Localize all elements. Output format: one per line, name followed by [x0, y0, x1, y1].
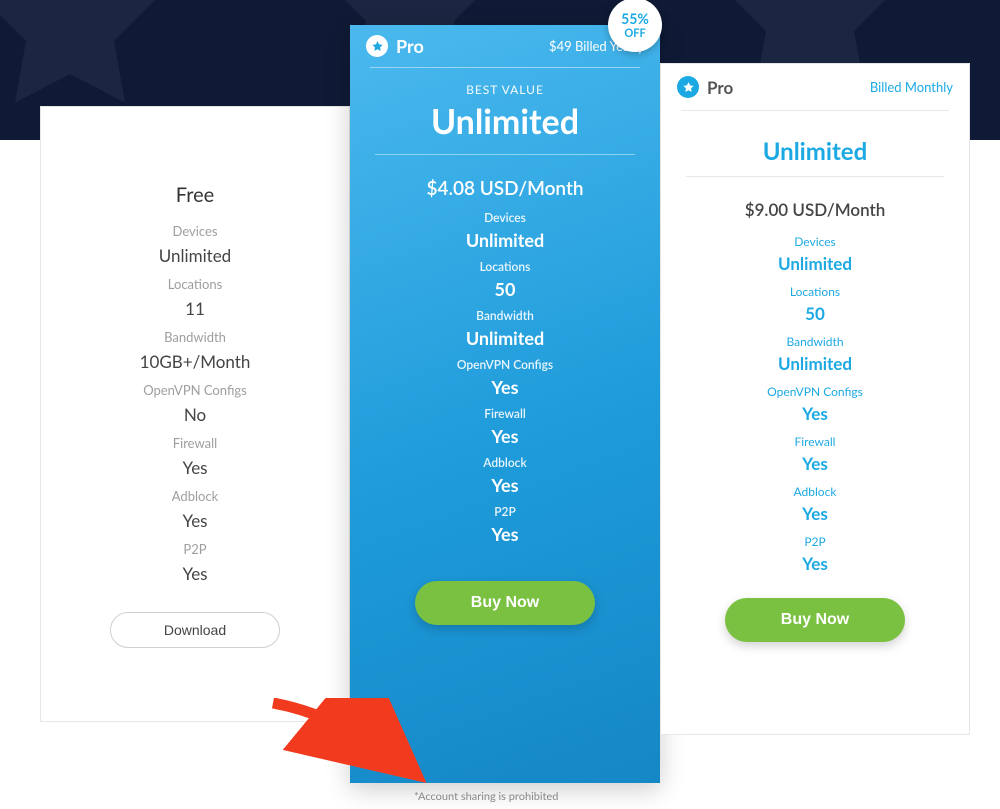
feature-value: Unlimited	[466, 327, 544, 349]
feature-label: Devices	[794, 234, 835, 249]
divider	[370, 67, 640, 68]
feature-value: Yes	[802, 503, 828, 524]
feature-label: Locations	[480, 259, 531, 274]
feature-value: Yes	[491, 425, 518, 447]
feature-label: OpenVPN Configs	[767, 384, 863, 399]
feature-label: OpenVPN Configs	[457, 357, 553, 372]
feature-value: Unlimited	[778, 353, 852, 374]
plan-card-yearly: Pro $49 Billed Yearly BEST VALUE Unlimit…	[350, 25, 660, 783]
feature-label: P2P	[183, 541, 206, 557]
feature-label: Adblock	[483, 455, 526, 470]
billing-note: Billed Monthly	[870, 79, 953, 95]
feature-label: Bandwidth	[786, 334, 843, 349]
plan-price: $4.08 USD/Month	[426, 177, 583, 200]
divider	[681, 110, 949, 111]
footnote: *Account sharing is prohibited	[414, 790, 558, 803]
feature-value: Yes	[802, 453, 828, 474]
buy-now-button[interactable]: Buy Now	[415, 581, 595, 625]
feature-label: Firewall	[173, 435, 217, 451]
feature-value: Yes	[182, 457, 207, 478]
plan-card-limited: Limited Free Devices Unlimited Locations…	[40, 106, 350, 722]
pro-badge-label: Pro	[707, 77, 733, 98]
feature-value: Yes	[182, 510, 207, 531]
feature-value: 50	[495, 278, 516, 300]
feature-value: 11	[185, 298, 205, 319]
plan-price: $9.00 USD/Month	[745, 199, 886, 220]
feature-value: Unlimited	[778, 253, 852, 274]
buy-now-button[interactable]: Buy Now	[725, 598, 905, 642]
feature-value: Yes	[491, 474, 518, 496]
feature-value: Unlimited	[466, 229, 544, 251]
pro-badge-label: Pro	[396, 35, 424, 57]
feature-label: Firewall	[794, 434, 835, 449]
star-icon	[677, 76, 699, 98]
feature-label: Firewall	[484, 406, 526, 421]
feature-value: No	[184, 404, 206, 425]
plan-title: Unlimited	[431, 101, 579, 142]
feature-value: Yes	[491, 376, 518, 398]
feature-value: Yes	[182, 563, 207, 584]
download-button[interactable]: Download	[110, 612, 280, 648]
best-value-label: BEST VALUE	[466, 82, 544, 97]
feature-value: Unlimited	[159, 245, 231, 266]
feature-value: Yes	[491, 523, 518, 545]
feature-label: Bandwidth	[164, 329, 226, 345]
feature-value: Yes	[802, 553, 828, 574]
feature-label: Locations	[790, 284, 840, 299]
plan-title: Limited	[41, 107, 349, 167]
feature-label: Devices	[173, 223, 218, 239]
feature-label: Locations	[168, 276, 222, 292]
plan-price: Free	[176, 167, 214, 217]
divider	[375, 154, 635, 155]
feature-label: Adblock	[794, 484, 837, 499]
plan-card-monthly: Pro Billed Monthly Unlimited $9.00 USD/M…	[660, 63, 970, 735]
discount-badge: 55% OFF	[608, 0, 662, 52]
feature-label: P2P	[804, 534, 825, 549]
feature-value: 10GB+/Month	[140, 351, 251, 372]
feature-label: Adblock	[172, 488, 218, 504]
feature-label: OpenVPN Configs	[143, 382, 247, 398]
discount-off-label: OFF	[624, 28, 645, 39]
feature-label: P2P	[494, 504, 516, 519]
feature-value: Yes	[802, 403, 828, 424]
feature-value: 50	[805, 303, 825, 324]
feature-label: Devices	[484, 210, 526, 225]
discount-percent: 55%	[621, 12, 649, 26]
feature-label: Bandwidth	[476, 308, 534, 323]
star-icon	[366, 35, 388, 57]
divider	[686, 176, 945, 177]
plan-title: Unlimited	[763, 137, 868, 166]
